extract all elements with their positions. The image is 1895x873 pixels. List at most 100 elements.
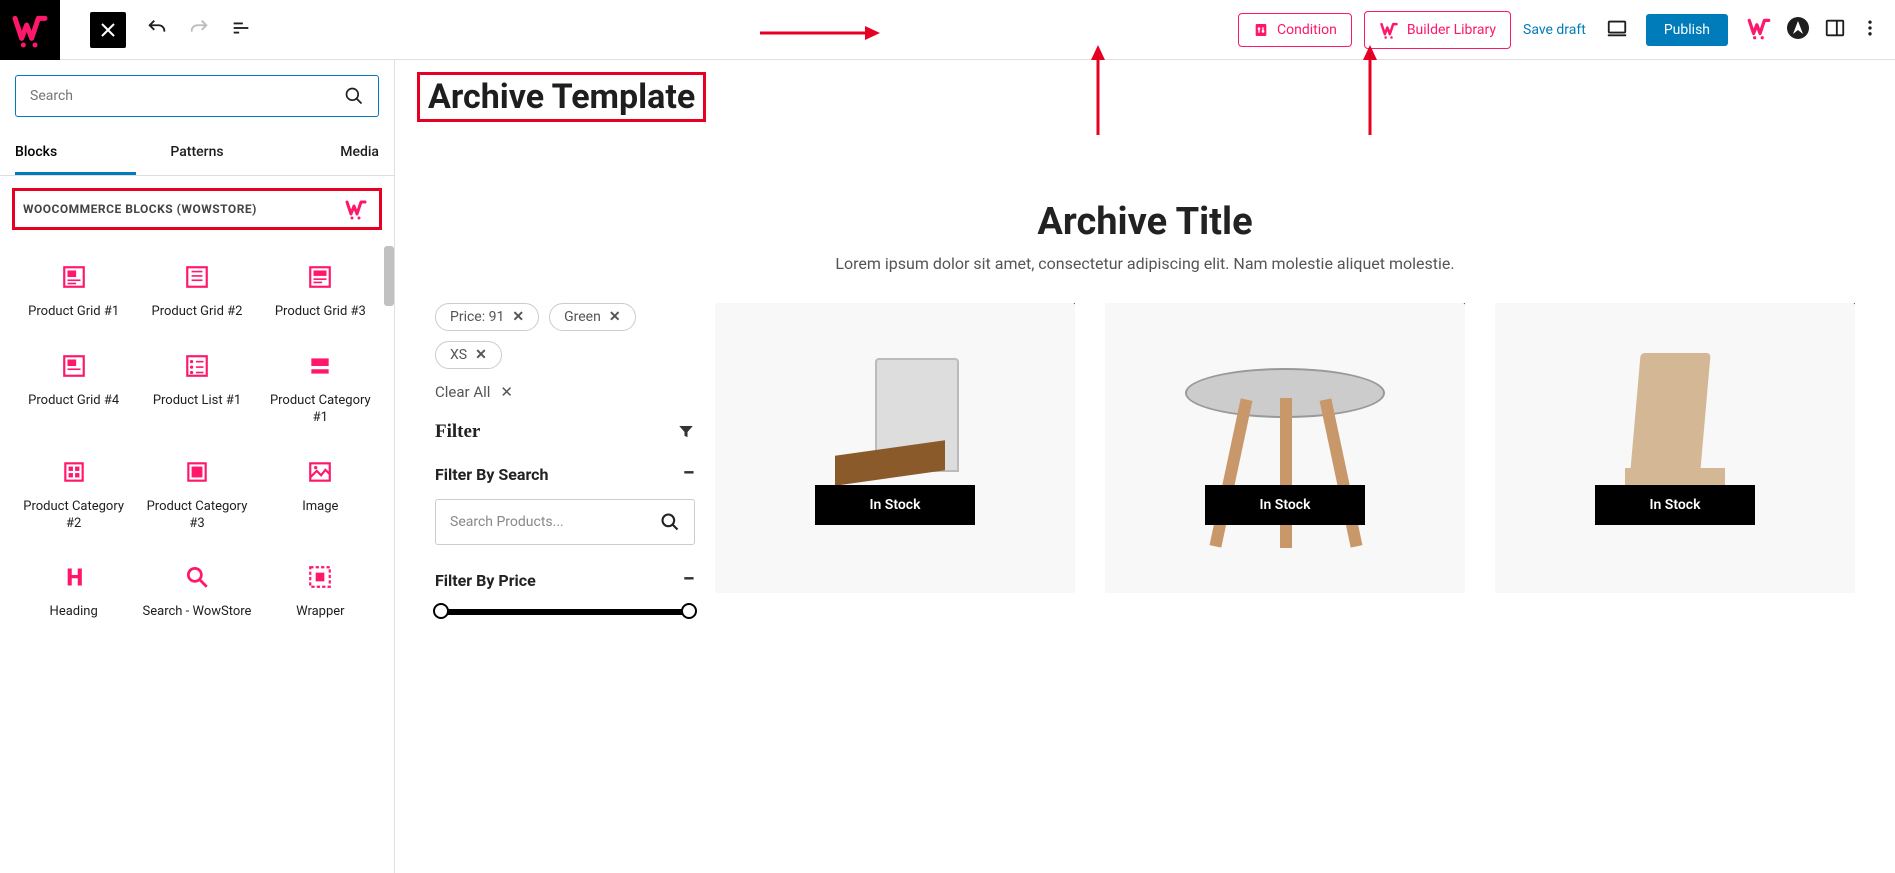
product-image — [1105, 303, 1465, 593]
svg-text:H: H — [66, 564, 83, 590]
slider-knob-min[interactable] — [433, 603, 449, 619]
wowstore-logo[interactable] — [0, 0, 60, 60]
grid-icon — [263, 262, 378, 292]
builder-library-button[interactable]: Builder Library — [1364, 11, 1511, 49]
block-label: Search - WowStore — [139, 604, 254, 621]
list-icon — [230, 17, 252, 39]
tab-media[interactable]: Media — [258, 132, 379, 175]
builder-label: Builder Library — [1407, 22, 1496, 38]
filter-section-title: Filter By Price — [435, 571, 536, 590]
block-product-category-3[interactable]: Product Category #3 — [135, 447, 258, 543]
tab-patterns[interactable]: Patterns — [136, 132, 257, 175]
in-stock-button[interactable]: In Stock — [1595, 485, 1755, 525]
block-label: Product Grid #2 — [139, 304, 254, 321]
archive-subtitle: Lorem ipsum dolor sit amet, consectetur … — [415, 254, 1875, 273]
settings-panel-button[interactable] — [1824, 17, 1846, 43]
options-menu-button[interactable] — [1860, 18, 1880, 42]
heading-icon: H — [16, 562, 131, 592]
sidebar-icon — [1824, 17, 1846, 39]
filter-by-search-toggle[interactable]: Filter By Search − — [435, 463, 695, 485]
search-icon — [660, 512, 680, 532]
wowstore-menu-icon[interactable] — [1746, 15, 1772, 45]
remove-icon: ✕ — [609, 309, 621, 325]
redo-button[interactable] — [188, 17, 210, 43]
block-label: Product Category #2 — [16, 499, 131, 533]
block-image[interactable]: Image — [259, 447, 382, 543]
sidebar-tabs: Blocks Patterns Media — [0, 132, 394, 176]
category-icon — [139, 457, 254, 487]
template-title-annotation: Archive Template — [417, 72, 706, 122]
wowstore-icon — [341, 197, 371, 221]
filter-section-title: Filter By Search — [435, 465, 548, 484]
funnel-icon — [677, 423, 695, 441]
remove-icon: ✕ — [475, 347, 487, 363]
block-label: Product Grid #3 — [263, 304, 378, 321]
grid-icon — [16, 351, 131, 381]
product-card[interactable]: SALE! In Stock — [715, 303, 1075, 615]
blocks-search-box[interactable] — [15, 75, 379, 117]
block-product-grid-1[interactable]: Product Grid #1 — [12, 252, 135, 331]
desktop-preview-button[interactable] — [1606, 17, 1628, 43]
block-label: Wrapper — [263, 604, 378, 621]
undo-button[interactable] — [146, 17, 168, 43]
editor-canvas[interactable]: Archive Template Archive Title Lorem ips… — [395, 60, 1895, 873]
wrapper-icon — [263, 562, 378, 592]
annotation-arrow-3 — [1360, 45, 1380, 135]
block-label: Heading — [16, 604, 131, 621]
product-card[interactable]: SALE! In Stock — [1495, 303, 1855, 615]
in-stock-button[interactable]: In Stock — [815, 485, 975, 525]
filter-chip-price[interactable]: Price: 91✕ — [435, 303, 539, 331]
category-icon — [16, 457, 131, 487]
block-product-category-2[interactable]: Product Category #2 — [12, 447, 135, 543]
annotation-arrow-1 — [760, 23, 880, 43]
tab-blocks[interactable]: Blocks — [15, 132, 136, 175]
in-stock-button[interactable]: In Stock — [1205, 485, 1365, 525]
price-slider[interactable] — [441, 609, 689, 615]
filter-chip-green[interactable]: Green✕ — [549, 303, 635, 331]
save-draft-link[interactable]: Save draft — [1523, 22, 1586, 38]
list-view-button[interactable] — [230, 17, 252, 43]
block-product-list-1[interactable]: Product List #1 — [135, 341, 258, 437]
filter-sidebar: Price: 91✕ Green✕ XS✕ Clear All✕ Filter … — [435, 303, 695, 615]
slider-knob-max[interactable] — [681, 603, 697, 619]
product-image — [1495, 303, 1855, 593]
condition-button[interactable]: Condition — [1238, 13, 1352, 47]
block-product-grid-4[interactable]: Product Grid #4 — [12, 341, 135, 437]
blocks-sidebar: Blocks Patterns Media WOOCOMMERCE BLOCKS… — [0, 60, 395, 873]
blocks-section-title: WOOCOMMERCE BLOCKS (WOWSTORE) — [23, 202, 257, 216]
product-image — [715, 303, 1075, 593]
block-label: Product Category #1 — [263, 393, 378, 427]
block-label: Product Category #3 — [139, 499, 254, 533]
blocks-search-input[interactable] — [30, 88, 344, 104]
blocks-section-header: WOOCOMMERCE BLOCKS (WOWSTORE) — [12, 188, 382, 230]
publish-button[interactable]: Publish — [1646, 14, 1728, 46]
sidebar-scrollbar[interactable] — [384, 246, 394, 306]
block-product-grid-3[interactable]: Product Grid #3 — [259, 252, 382, 331]
search-products-input[interactable] — [450, 514, 660, 530]
filter-by-price-toggle[interactable]: Filter By Price − — [435, 569, 695, 591]
annotation-arrow-2 — [1088, 45, 1108, 135]
category-icon — [263, 351, 378, 381]
block-heading[interactable]: H Heading — [12, 552, 135, 631]
product-card[interactable]: SALE! In Stock — [1105, 303, 1465, 615]
astra-icon[interactable] — [1786, 16, 1810, 44]
close-button[interactable] — [90, 12, 126, 48]
clear-all-filters[interactable]: Clear All✕ — [435, 383, 695, 401]
more-vertical-icon — [1860, 18, 1880, 38]
block-wrapper[interactable]: Wrapper — [259, 552, 382, 631]
search-icon — [344, 86, 364, 106]
image-icon — [263, 457, 378, 487]
collapse-icon: − — [683, 569, 695, 591]
block-search[interactable]: Search - WowStore — [135, 552, 258, 631]
close-icon — [99, 21, 117, 39]
search-products-box[interactable] — [435, 499, 695, 545]
block-product-category-1[interactable]: Product Category #1 — [259, 341, 382, 437]
grid-icon — [16, 262, 131, 292]
block-label: Image — [263, 499, 378, 516]
block-product-grid-2[interactable]: Product Grid #2 — [135, 252, 258, 331]
filter-title: Filter — [435, 421, 480, 443]
condition-label: Condition — [1277, 22, 1337, 38]
filter-chip-xs[interactable]: XS✕ — [435, 341, 502, 369]
undo-icon — [146, 17, 168, 39]
archive-title: Archive Title — [415, 200, 1875, 244]
